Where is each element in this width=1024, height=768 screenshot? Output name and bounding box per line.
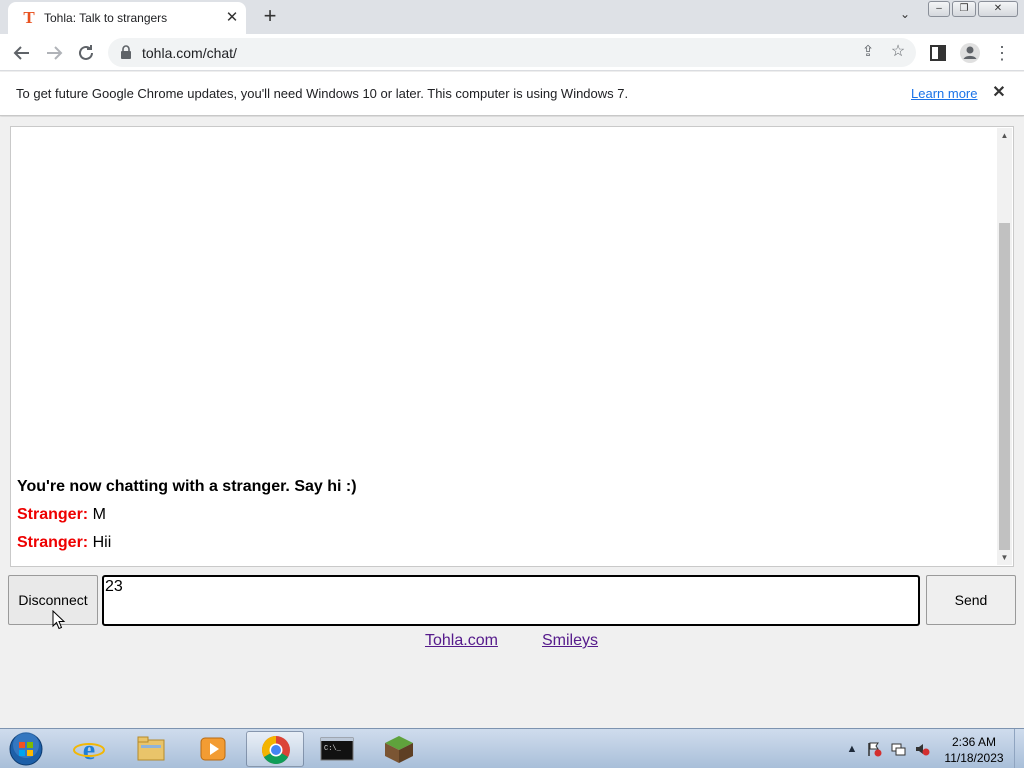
scrollbar-thumb[interactable] bbox=[999, 223, 1010, 550]
stranger-label: Stranger: bbox=[17, 534, 89, 551]
action-center-flag-icon[interactable] bbox=[866, 741, 882, 757]
taskbar-windows-explorer-icon[interactable] bbox=[122, 731, 180, 767]
learn-more-link[interactable]: Learn more bbox=[911, 86, 977, 101]
mouse-pointer-icon bbox=[52, 610, 66, 630]
smileys-link[interactable]: Smileys bbox=[542, 632, 598, 650]
tab-close-icon[interactable]: ✕ bbox=[222, 8, 242, 28]
back-arrow-icon[interactable] bbox=[10, 41, 34, 65]
profile-avatar-icon[interactable] bbox=[958, 41, 982, 65]
system-message: You're now chatting with a stranger. Say… bbox=[17, 478, 357, 495]
tohla-home-link[interactable]: Tohla.com bbox=[425, 632, 498, 650]
menu-kebab-icon[interactable]: ⋮ bbox=[990, 41, 1014, 65]
address-bar[interactable]: tohla.com/chat/ ⇪ ☆ bbox=[108, 38, 916, 67]
bookmark-star-icon[interactable]: ☆ bbox=[888, 42, 908, 62]
show-hidden-icons-arrow-icon[interactable]: ▲ bbox=[844, 741, 860, 757]
volume-muted-icon[interactable] bbox=[914, 741, 930, 757]
tab-title: Tohla: Talk to strangers bbox=[44, 11, 168, 25]
clock-date: 11/18/2023 bbox=[944, 751, 1004, 765]
taskbar-minecraft-icon[interactable] bbox=[370, 731, 428, 767]
chat-page: You're now chatting with a stranger. Say… bbox=[0, 117, 1024, 727]
new-tab-plus-icon[interactable]: + bbox=[258, 5, 282, 29]
infobar-close-icon[interactable]: ✕ bbox=[990, 84, 1008, 102]
reload-icon[interactable] bbox=[74, 41, 98, 65]
window-close-button[interactable]: ✕ bbox=[978, 1, 1018, 17]
clock-time: 2:36 AM bbox=[951, 735, 997, 749]
scroll-up-arrow-icon[interactable]: ▲ bbox=[997, 128, 1012, 143]
network-icon[interactable] bbox=[890, 741, 906, 757]
browser-tab[interactable]: T Tohla: Talk to strangers ✕ bbox=[8, 2, 246, 34]
chat-message: Stranger: M bbox=[17, 501, 357, 529]
send-button[interactable]: Send bbox=[926, 575, 1016, 625]
update-infobar: To get future Google Chrome updates, you… bbox=[0, 72, 1024, 116]
lock-icon bbox=[121, 45, 131, 59]
tab-strip: T Tohla: Talk to strangers ✕ + ⌄ – ❐ ✕ bbox=[0, 0, 1024, 34]
start-orb-icon[interactable] bbox=[6, 731, 46, 767]
show-desktop-button[interactable] bbox=[1014, 729, 1024, 768]
chat-log[interactable]: You're now chatting with a stranger. Say… bbox=[10, 126, 1014, 567]
svg-text:C:\_: C:\_ bbox=[324, 745, 342, 753]
tohla-favicon-icon: T bbox=[23, 8, 35, 27]
taskbar-media-player-icon[interactable] bbox=[184, 731, 242, 767]
tab-search-chevron-icon[interactable]: ⌄ bbox=[894, 7, 916, 27]
taskbar-clock[interactable]: 2:36 AM 11/18/2023 bbox=[938, 734, 1010, 766]
side-panel-icon[interactable] bbox=[926, 41, 950, 65]
chat-messages: You're now chatting with a stranger. Say… bbox=[17, 473, 357, 557]
scroll-down-arrow-icon[interactable]: ▼ bbox=[997, 550, 1012, 565]
svg-text:e: e bbox=[83, 735, 95, 766]
window-restore-button[interactable]: ❐ bbox=[952, 1, 976, 17]
message-text: Hii bbox=[92, 534, 112, 551]
taskbar-command-prompt-icon[interactable]: C:\_ bbox=[308, 731, 366, 767]
url-text: tohla.com/chat/ bbox=[142, 45, 237, 61]
system-tray: ▲ 2:36 AM 11/18/2023 bbox=[842, 729, 1024, 768]
chat-scrollbar[interactable]: ▲ ▼ bbox=[997, 128, 1012, 565]
window-minimize-button[interactable]: – bbox=[928, 1, 950, 17]
taskbar-google-chrome-icon[interactable] bbox=[246, 731, 304, 767]
stranger-label: Stranger: bbox=[17, 506, 89, 523]
forward-arrow-icon[interactable] bbox=[42, 41, 66, 65]
message-input[interactable] bbox=[102, 575, 920, 626]
message-text: M bbox=[92, 506, 106, 523]
chat-message: Stranger: Hii bbox=[17, 529, 357, 557]
share-icon[interactable]: ⇪ bbox=[858, 42, 878, 62]
taskbar-internet-explorer-icon[interactable]: e bbox=[60, 731, 118, 767]
infobar-message: To get future Google Chrome updates, you… bbox=[16, 86, 629, 101]
browser-toolbar: tohla.com/chat/ ⇪ ☆ ⋮ bbox=[0, 34, 1024, 71]
windows-taskbar: e C:\_ ▲ 2:36 AM 11/18/2023 bbox=[0, 728, 1024, 768]
